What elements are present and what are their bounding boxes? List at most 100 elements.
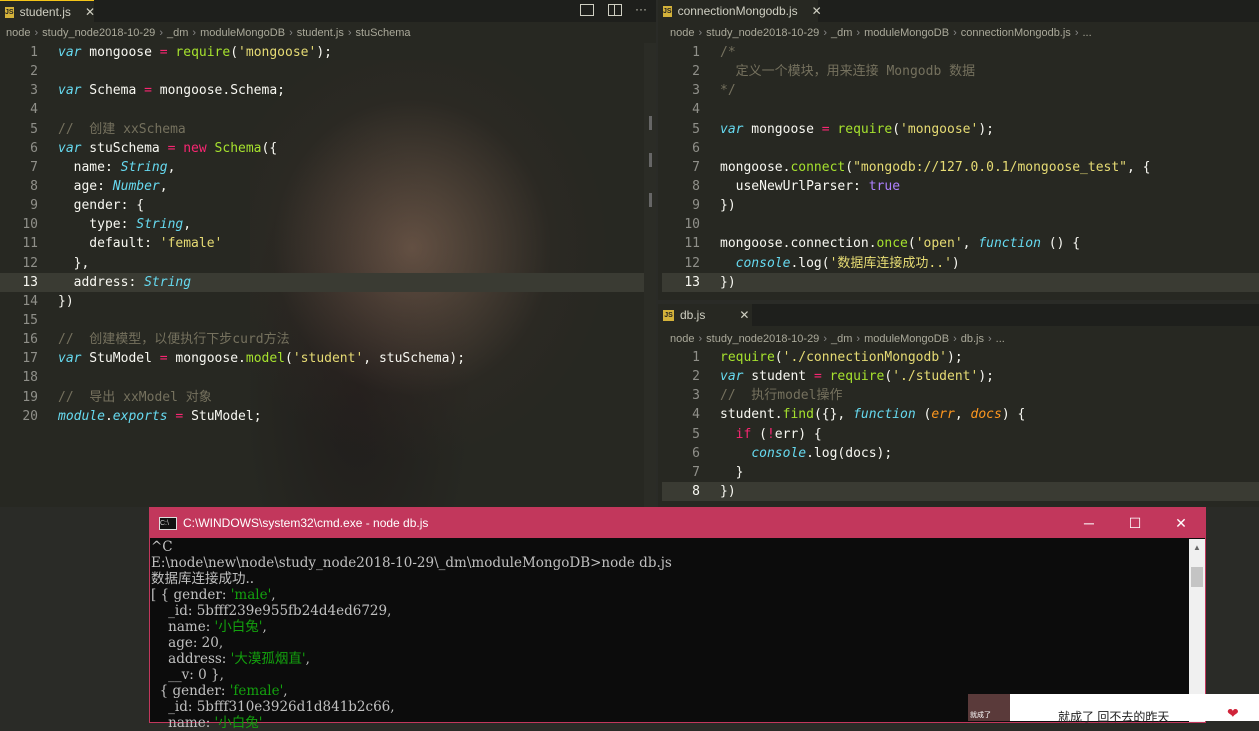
breadcrumb-item[interactable]: study_node2018-10-29 [706, 333, 819, 345]
close-tab-icon[interactable]: ✕ [812, 4, 822, 18]
minimize-button[interactable]: ─ [1066, 508, 1112, 538]
code-line[interactable]: 10 [662, 215, 1259, 234]
code-line[interactable]: 1 require('./connectionMongodb'); [662, 348, 1259, 367]
code-line[interactable]: 15 [0, 311, 656, 330]
code-line[interactable]: 9 gender: { [0, 196, 656, 215]
breadcrumb-item[interactable]: student.js [297, 27, 344, 39]
breadcrumb-item[interactable]: study_node2018-10-29 [42, 27, 155, 39]
code-line[interactable]: 4 [662, 100, 1259, 119]
cmd-window[interactable]: C:\ C:\WINDOWS\system32\cmd.exe - node d… [149, 507, 1206, 731]
code-token: , stuSchema); [363, 351, 466, 367]
close-tab-icon[interactable]: ✕ [739, 308, 749, 322]
breadcrumb-item[interactable]: node [6, 27, 30, 39]
code-line[interactable]: 8}) [662, 481, 1259, 502]
code-line[interactable]: 8 useNewUrlParser: true [662, 177, 1259, 196]
code-line[interactable]: 20 module.exports = StuModel; [0, 407, 656, 426]
heart-icon[interactable]: ❤ [1227, 705, 1239, 722]
code-line[interactable]: 6 [662, 139, 1259, 158]
code-line[interactable]: 8 age: Number, [0, 177, 656, 196]
close-tab-icon[interactable]: ✕ [85, 5, 95, 19]
code-line[interactable]: 10 type: String, [0, 215, 656, 234]
tab-connectionmongodb-js[interactable]: JS connectionMongodb.js ✕ [658, 0, 822, 22]
breadcrumb-item[interactable]: _dm [831, 27, 852, 39]
code-token: var [58, 351, 82, 367]
code-token: address: [58, 274, 145, 290]
console-text: , [283, 683, 288, 699]
code-line[interactable]: 2 var student = require('./student'); [662, 367, 1259, 386]
code-line[interactable]: 18 [0, 368, 656, 387]
code-line[interactable]: 13}) [662, 272, 1259, 292]
code-token: '数据库连接成功..' [829, 255, 952, 271]
code-line[interactable]: 6 var stuSchema = new Schema({ [0, 139, 656, 158]
code-line[interactable]: 5 var mongoose = require('mongoose'); [662, 120, 1259, 139]
line-number: 6 [692, 140, 700, 156]
breadcrumb-item[interactable]: stuSchema [356, 27, 411, 39]
more-actions-icon[interactable]: ··· [635, 2, 647, 16]
console-text: 'male' [230, 587, 272, 603]
code-line[interactable]: 3 */ [662, 81, 1259, 100]
code-line[interactable]: 2 [0, 62, 656, 81]
code-line[interactable]: 13 address: String [0, 272, 656, 292]
console-text: __v: 0 }, [151, 667, 224, 683]
scrollbar-thumb[interactable] [1191, 567, 1203, 587]
code-line[interactable]: 17 var StuModel = mongoose.model('student… [0, 349, 656, 368]
code-line[interactable]: 2 定义一个模块，用来连接 Mongodb 数据 [662, 62, 1259, 81]
code-line[interactable]: 4 student.find({}, function (err, docs) { [662, 405, 1259, 424]
code-token: './connectionMongodb' [782, 350, 947, 365]
code-line[interactable]: 7 } [662, 463, 1259, 482]
code-line[interactable]: 1 /* [662, 43, 1259, 62]
code-line[interactable]: 6 console.log(docs); [662, 444, 1259, 463]
code-line[interactable]: 16 // 创建模型，以便执行下步curd方法 [0, 330, 656, 349]
breadcrumb-chevron-icon: › [159, 27, 163, 39]
code-token: ({}, [813, 407, 854, 423]
album-thumbnail[interactable]: 就成了 [968, 694, 1010, 721]
code-line[interactable]: 5 if (!err) { [662, 425, 1259, 444]
code-line[interactable]: 11 default: 'female' [0, 234, 656, 253]
code-line[interactable]: 12 console.log('数据库连接成功..') [662, 254, 1259, 273]
breadcrumb-item[interactable]: ... [1082, 27, 1091, 39]
scroll-up-icon[interactable]: ▲ [1193, 543, 1201, 552]
breadcrumb-item[interactable]: _dm [167, 27, 188, 39]
tab-student-js[interactable]: JS student.js ✕ [0, 0, 95, 23]
code-line[interactable]: 9}) [662, 196, 1259, 215]
close-button[interactable]: ✕ [1158, 508, 1204, 538]
code-line[interactable]: 1 var mongoose = require('mongoose'); [0, 43, 656, 62]
tab-db-js[interactable]: JS db.js ✕ [658, 304, 752, 326]
code-area[interactable]: 1 var mongoose = require('mongoose'); 2 3 va… [0, 43, 656, 426]
code-area[interactable]: 1 require('./connectionMongodb'); 2 var stu… [662, 348, 1259, 502]
code-area[interactable]: 1 /* 2 定义一个模块，用来连接 Mongodb 数据 3 */ 4 5 var mong… [662, 43, 1259, 292]
breadcrumb-item[interactable]: ... [996, 333, 1005, 345]
minimap-scrollbar[interactable] [644, 43, 656, 507]
code-line[interactable]: 3 var Schema = mongoose.Schema; [0, 81, 656, 100]
code-line[interactable]: 4 [0, 100, 656, 119]
breadcrumb-item[interactable]: node [670, 27, 694, 39]
code-token: }) [720, 483, 736, 499]
breadcrumb-item[interactable]: moduleMongoDB [200, 27, 285, 39]
code-line[interactable]: 3 // 执行model操作 [662, 386, 1259, 405]
code-line[interactable]: 7 name: String, [0, 158, 656, 177]
code-line[interactable]: 12 }, [0, 254, 656, 273]
split-editor-icon[interactable] [580, 4, 594, 16]
code-token: String [136, 217, 184, 233]
music-widget[interactable]: 就成了 就成了 回不去的昨天 ❤ [968, 694, 1259, 724]
breadcrumb-item[interactable]: node [670, 333, 694, 345]
cmd-title-bar[interactable]: C:\ C:\WINDOWS\system32\cmd.exe - node d… [150, 508, 1205, 538]
breadcrumb-item[interactable]: moduleMongoDB [864, 27, 949, 39]
breadcrumb-item[interactable]: _dm [831, 333, 852, 345]
breadcrumb-item[interactable]: connectionMongodb.js [961, 27, 1071, 39]
console-line: E:\node\new\node\study_node2018-10-29\_d… [151, 555, 1188, 571]
maximize-button[interactable]: ☐ [1112, 508, 1158, 538]
code-line[interactable]: 14}) [0, 292, 656, 311]
layout-icon[interactable] [608, 4, 622, 16]
breadcrumb-item[interactable]: db.js [961, 333, 984, 345]
code-line[interactable]: 19 // 导出 xxModel 对象 [0, 388, 656, 407]
breadcrumb-item[interactable]: moduleMongoDB [864, 333, 949, 345]
code-line[interactable]: 11 mongoose.connection.once('open', funct… [662, 234, 1259, 253]
line-number: 4 [692, 407, 700, 423]
code-token: mongoose.Schema; [151, 83, 285, 99]
line-number: 12 [684, 255, 700, 271]
code-line[interactable]: 5 // 创建 xxSchema [0, 120, 656, 139]
code-token: gender: { [58, 198, 145, 214]
code-line[interactable]: 7 mongoose.connect("mongodb://127.0.0.1/m… [662, 158, 1259, 177]
breadcrumb-item[interactable]: study_node2018-10-29 [706, 27, 819, 39]
